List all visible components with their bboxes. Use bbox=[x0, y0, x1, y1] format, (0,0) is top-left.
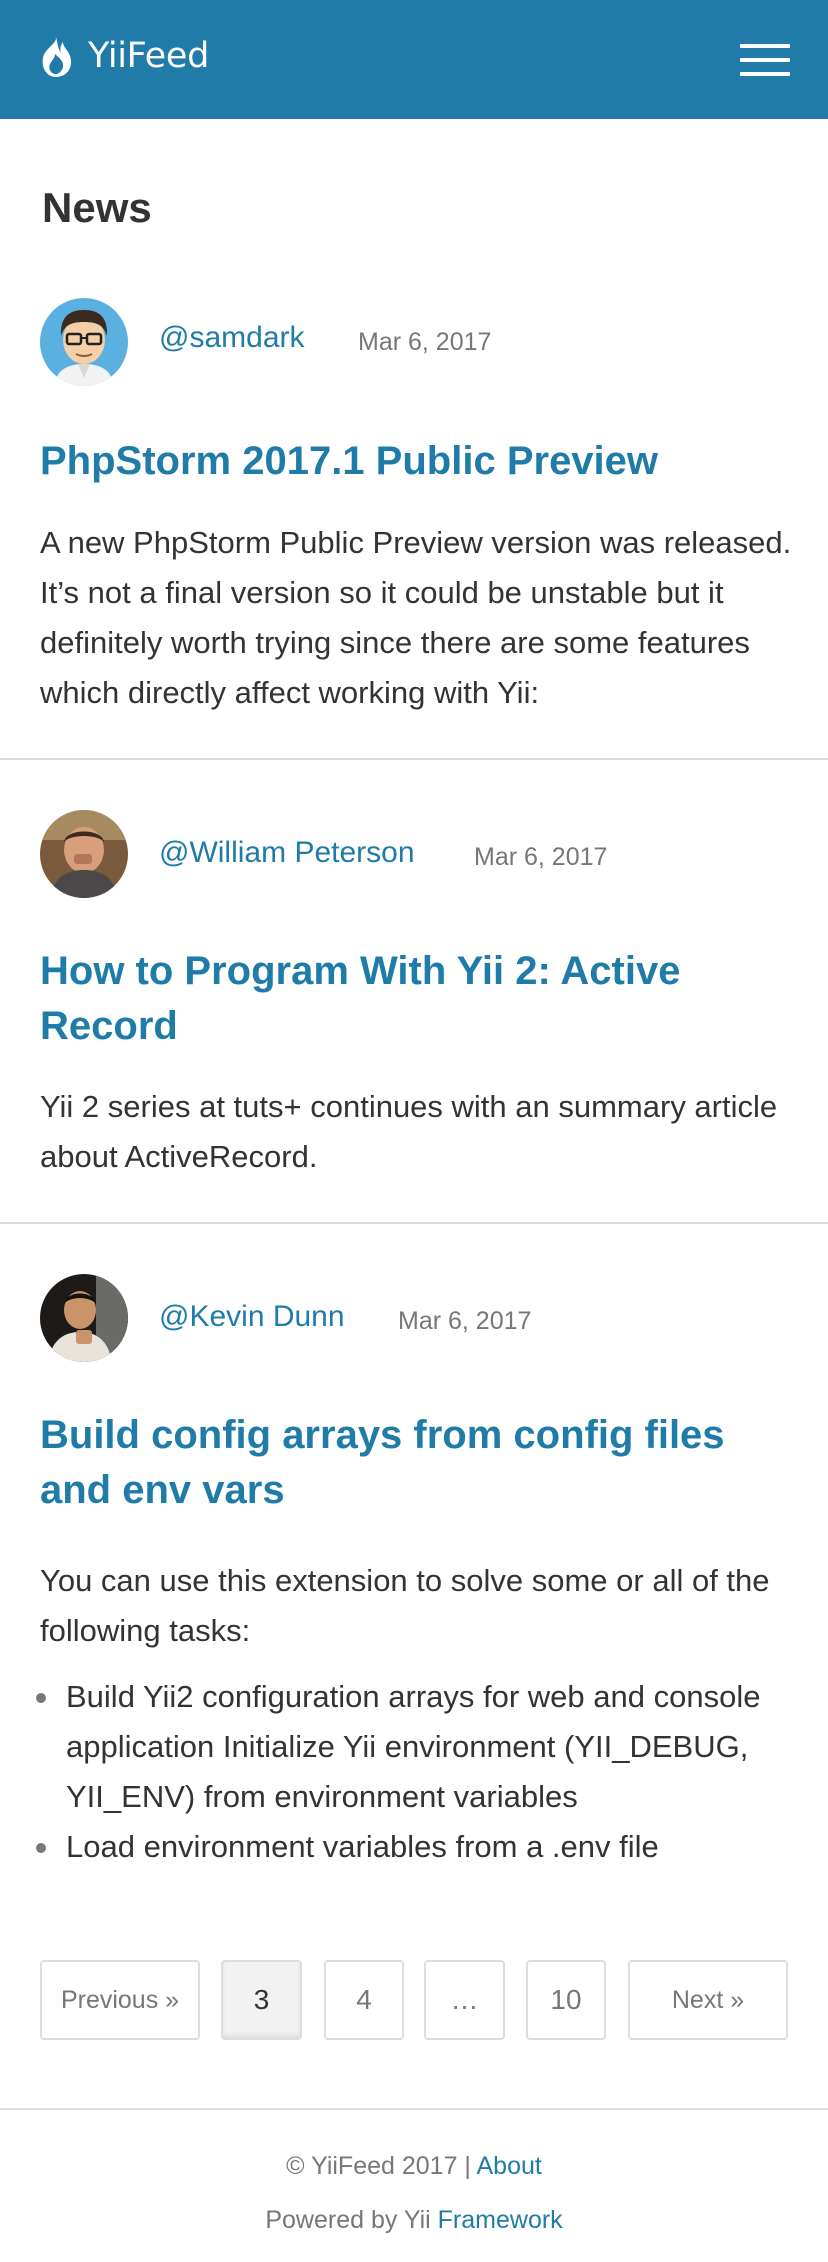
list-item-text: Load environment variables from a .env f… bbox=[66, 1829, 659, 1864]
author-link[interactable]: @William Peterson bbox=[159, 836, 415, 870]
author-avatar[interactable] bbox=[40, 1274, 128, 1362]
author-link[interactable]: @samdark bbox=[159, 321, 305, 355]
list-item-text: Build Yii2 configuration arrays for web … bbox=[66, 1679, 761, 1814]
copyright-text: © YiiFeed 2017 | bbox=[286, 2152, 471, 2180]
author-avatar[interactable] bbox=[40, 810, 128, 898]
author-avatar[interactable] bbox=[40, 298, 128, 386]
post-excerpt: A new PhpStorm Public Preview version wa… bbox=[40, 525, 792, 710]
list-item: Load environment variables from a .env f… bbox=[36, 1822, 800, 1872]
author-link[interactable]: @Kevin Dunn bbox=[159, 1300, 345, 1334]
footer-powered-line: Powered by Yii Framework bbox=[0, 2206, 828, 2235]
news-post: @William Peterson Mar 6, 2017 How to Pro… bbox=[0, 760, 828, 1224]
about-link[interactable]: About bbox=[477, 2152, 542, 2180]
page-ellipsis: … bbox=[424, 1960, 505, 2040]
post-date: Mar 6, 2017 bbox=[474, 843, 608, 871]
post-date: Mar 6, 2017 bbox=[358, 328, 492, 356]
page-button-current[interactable]: 3 bbox=[221, 1960, 302, 2040]
post-excerpt: You can use this extension to solve some… bbox=[40, 1563, 770, 1648]
previous-page-button[interactable]: Previous » bbox=[40, 1960, 200, 2040]
post-excerpt: Yii 2 series at tuts+ continues with an … bbox=[40, 1089, 778, 1174]
post-title-link[interactable]: Build config arrays from config files an… bbox=[40, 1408, 780, 1518]
post-title-link[interactable]: How to Program With Yii 2: Active Record bbox=[40, 944, 780, 1054]
news-post: @samdark Mar 6, 2017 PhpStorm 2017.1 Pub… bbox=[0, 0, 828, 760]
page-button[interactable]: 4 bbox=[324, 1960, 404, 2040]
post-date: Mar 6, 2017 bbox=[398, 1307, 532, 1335]
footer: © YiiFeed 2017 | About Powered by Yii Fr… bbox=[0, 2108, 828, 2262]
post-title-link[interactable]: PhpStorm 2017.1 Public Preview bbox=[40, 434, 780, 489]
post-feature-list: Build Yii2 configuration arrays for web … bbox=[36, 1672, 800, 1872]
powered-by-text: Powered by Yii bbox=[265, 2206, 431, 2234]
list-item: Build Yii2 configuration arrays for web … bbox=[36, 1672, 800, 1822]
footer-copyright-line: © YiiFeed 2017 | About bbox=[0, 2152, 828, 2181]
framework-link[interactable]: Framework bbox=[438, 2206, 563, 2234]
next-page-button[interactable]: Next » bbox=[628, 1960, 788, 2040]
news-post: @Kevin Dunn Mar 6, 2017 Build config arr… bbox=[0, 1224, 828, 1924]
page-button[interactable]: 10 bbox=[526, 1960, 606, 2040]
